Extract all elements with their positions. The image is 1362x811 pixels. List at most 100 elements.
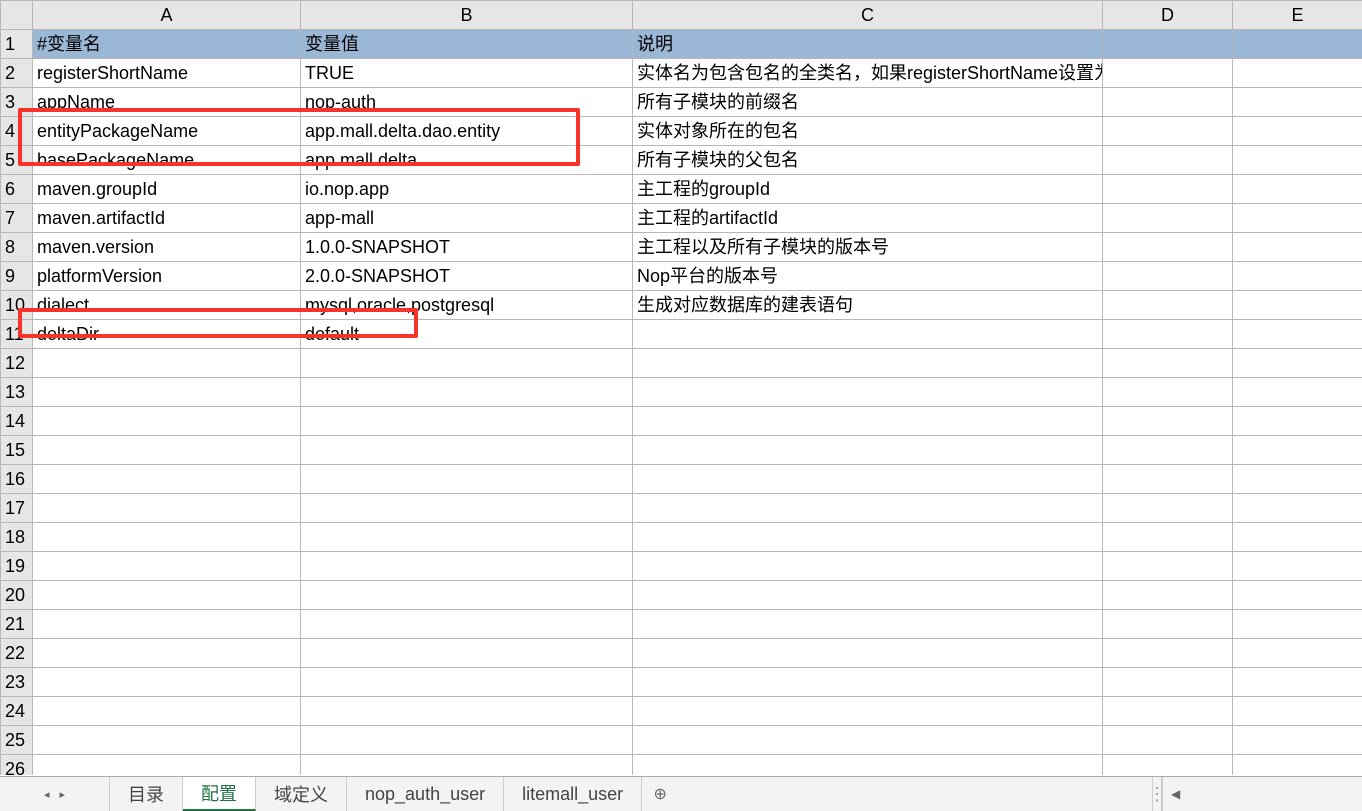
cell[interactable] — [633, 494, 1103, 523]
column-header[interactable]: A — [33, 1, 301, 30]
cell[interactable]: 2.0.0-SNAPSHOT — [301, 262, 633, 291]
cell[interactable]: deltaDir — [33, 320, 301, 349]
row-header[interactable]: 23 — [1, 668, 33, 697]
cell[interactable] — [33, 697, 301, 726]
cell[interactable] — [1103, 291, 1233, 320]
row-header[interactable]: 8 — [1, 233, 33, 262]
cell[interactable] — [1233, 610, 1362, 639]
cell[interactable] — [633, 697, 1103, 726]
cell[interactable] — [1233, 668, 1362, 697]
cell[interactable]: 实体对象所在的包名 — [633, 117, 1103, 146]
cell[interactable] — [33, 552, 301, 581]
cell[interactable] — [301, 755, 633, 776]
cell[interactable] — [1103, 639, 1233, 668]
sheet-tab[interactable]: litemall_user — [504, 777, 642, 811]
cell[interactable] — [301, 494, 633, 523]
cell[interactable] — [1233, 88, 1362, 117]
row-header[interactable]: 13 — [1, 378, 33, 407]
cell[interactable] — [1103, 755, 1233, 776]
cell[interactable] — [1233, 117, 1362, 146]
cell[interactable] — [33, 494, 301, 523]
cell[interactable] — [1103, 30, 1233, 59]
row-header[interactable]: 14 — [1, 407, 33, 436]
cell[interactable] — [33, 378, 301, 407]
cell[interactable] — [33, 523, 301, 552]
cell[interactable]: 生成对应数据库的建表语句 — [633, 291, 1103, 320]
cell[interactable]: app.mall.delta — [301, 146, 633, 175]
row-header[interactable]: 11 — [1, 320, 33, 349]
cell[interactable]: app.mall.delta.dao.entity — [301, 117, 633, 146]
cell[interactable] — [1233, 407, 1362, 436]
cell[interactable]: 1.0.0-SNAPSHOT — [301, 233, 633, 262]
cell[interactable] — [1103, 697, 1233, 726]
cell[interactable]: 所有子模块的前缀名 — [633, 88, 1103, 117]
cell[interactable] — [1233, 494, 1362, 523]
cell[interactable] — [1233, 726, 1362, 755]
cell[interactable] — [301, 378, 633, 407]
cell[interactable] — [33, 755, 301, 776]
tab-next-icon[interactable]: ▸ — [60, 788, 66, 801]
column-header[interactable]: D — [1103, 1, 1233, 30]
cell[interactable] — [633, 726, 1103, 755]
cell[interactable] — [1103, 146, 1233, 175]
tab-nav-buttons[interactable]: ◂ ▸ — [0, 777, 110, 811]
tab-prev-icon[interactable]: ◂ — [44, 788, 50, 801]
cell[interactable] — [1103, 378, 1233, 407]
row-header[interactable]: 9 — [1, 262, 33, 291]
cell[interactable] — [1103, 610, 1233, 639]
column-header[interactable]: C — [633, 1, 1103, 30]
cell[interactable] — [1103, 523, 1233, 552]
cell[interactable]: maven.groupId — [33, 175, 301, 204]
cell[interactable] — [1103, 581, 1233, 610]
cell[interactable] — [33, 436, 301, 465]
row-header[interactable]: 22 — [1, 639, 33, 668]
cell[interactable] — [301, 668, 633, 697]
cell[interactable] — [1233, 204, 1362, 233]
cell[interactable] — [33, 639, 301, 668]
sheet-tab[interactable]: 配置 — [183, 777, 256, 811]
cell[interactable] — [633, 581, 1103, 610]
cell[interactable]: 主工程的groupId — [633, 175, 1103, 204]
cell[interactable] — [1103, 726, 1233, 755]
cell[interactable] — [1233, 378, 1362, 407]
cell[interactable]: 说明 — [633, 30, 1103, 59]
cell[interactable] — [1103, 494, 1233, 523]
cell[interactable]: 主工程以及所有子模块的版本号 — [633, 233, 1103, 262]
cell[interactable] — [1233, 320, 1362, 349]
cell[interactable] — [1233, 581, 1362, 610]
select-all-corner[interactable] — [1, 1, 33, 30]
cell[interactable]: dialect — [33, 291, 301, 320]
cell[interactable] — [301, 465, 633, 494]
cell[interactable] — [633, 668, 1103, 697]
cell[interactable] — [1233, 436, 1362, 465]
cell[interactable] — [1103, 88, 1233, 117]
cell[interactable] — [1103, 59, 1233, 88]
cell[interactable] — [1233, 639, 1362, 668]
cell[interactable] — [633, 639, 1103, 668]
row-header[interactable]: 19 — [1, 552, 33, 581]
new-sheet-button[interactable]: ⊕ — [642, 777, 678, 811]
row-header[interactable]: 7 — [1, 204, 33, 233]
cell[interactable] — [633, 755, 1103, 776]
cell[interactable]: mysql,oracle,postgresql — [301, 291, 633, 320]
row-header[interactable]: 5 — [1, 146, 33, 175]
cell[interactable] — [633, 610, 1103, 639]
row-header[interactable]: 17 — [1, 494, 33, 523]
cell[interactable] — [1233, 146, 1362, 175]
cell[interactable] — [1233, 30, 1362, 59]
cell[interactable] — [1103, 204, 1233, 233]
cell[interactable] — [1233, 349, 1362, 378]
row-header[interactable]: 25 — [1, 726, 33, 755]
cell[interactable] — [1233, 291, 1362, 320]
cell[interactable] — [301, 552, 633, 581]
sheet-tab[interactable]: 域定义 — [256, 777, 347, 811]
row-header[interactable]: 15 — [1, 436, 33, 465]
cell[interactable]: appName — [33, 88, 301, 117]
row-header[interactable]: 24 — [1, 697, 33, 726]
sheet-tab[interactable]: nop_auth_user — [347, 777, 504, 811]
cell[interactable]: 主工程的artifactId — [633, 204, 1103, 233]
cell[interactable] — [301, 523, 633, 552]
cell[interactable]: 所有子模块的父包名 — [633, 146, 1103, 175]
cell[interactable]: nop-auth — [301, 88, 633, 117]
cell[interactable] — [301, 610, 633, 639]
